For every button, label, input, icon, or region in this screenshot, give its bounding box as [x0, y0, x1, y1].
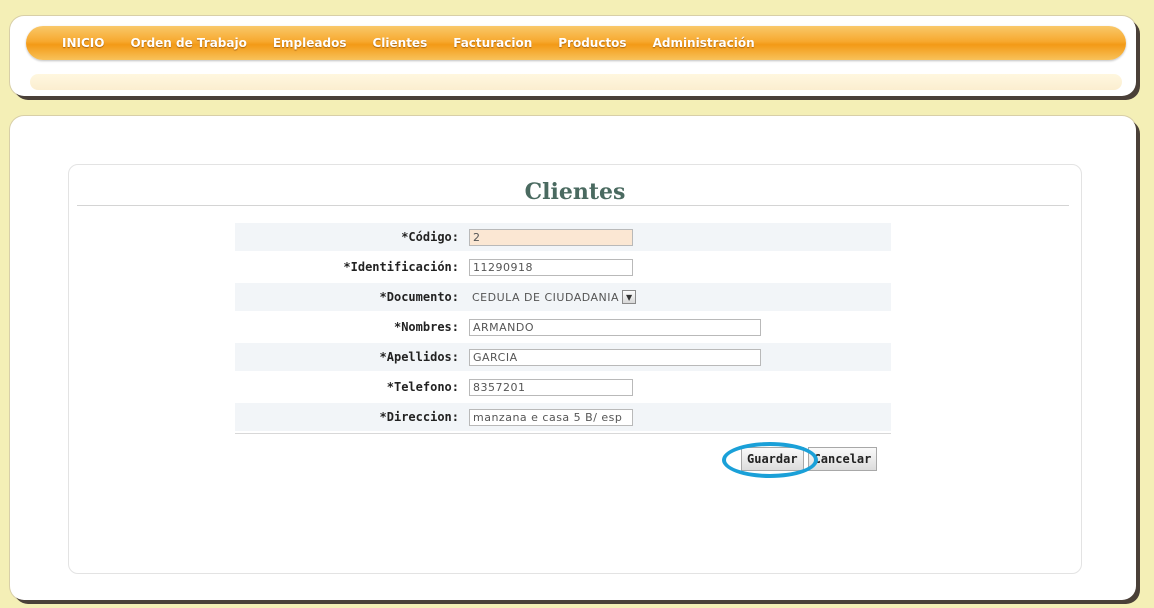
main-nav: INICIO Orden de Trabajo Empleados Client…	[26, 26, 1126, 60]
apellidos-label: *Apellidos:	[379, 350, 459, 364]
submenu-bar	[30, 74, 1122, 90]
title-divider	[77, 205, 1069, 206]
content-panel: Clientes *Código: 2 *Identificación: 112…	[10, 116, 1136, 600]
chevron-down-icon[interactable]: ▼	[622, 290, 637, 304]
form-row-apellidos: *Apellidos: GARCIA	[235, 343, 891, 373]
nombres-label: *Nombres:	[393, 320, 459, 334]
documento-selected-value: CEDULA DE CIUDADANIA	[472, 290, 620, 304]
form-row-codigo: *Código: 2	[235, 223, 891, 253]
identificacion-label: *Identificación:	[343, 260, 459, 274]
identificacion-field[interactable]: 11290918	[469, 258, 633, 276]
header-panel: INICIO Orden de Trabajo Empleados Client…	[10, 16, 1136, 96]
nav-item-orden-de-trabajo[interactable]: Orden de Trabajo	[130, 36, 246, 50]
telefono-label: *Telefono:	[386, 380, 459, 394]
direccion-field[interactable]: manzana e casa 5 B/ esp	[469, 408, 633, 426]
form-actions: Guardar Cancelar	[741, 447, 878, 471]
form-row-nombres: *Nombres: ARMANDO	[235, 313, 891, 343]
form-row-identificacion: *Identificación: 11290918	[235, 253, 891, 283]
form-fields: *Código: 2 *Identificación: 11290918 *Do…	[235, 223, 891, 434]
nav-item-facturacion[interactable]: Facturacion	[453, 36, 532, 50]
nombres-field[interactable]: ARMANDO	[469, 318, 761, 336]
form-row-direccion: *Direccion: manzana e casa 5 B/ esp	[235, 403, 891, 433]
documento-label: *Documento:	[379, 290, 459, 304]
direccion-label: *Direccion:	[379, 410, 459, 424]
telefono-field[interactable]: 8357201	[469, 378, 633, 396]
codigo-label: *Código:	[401, 230, 459, 244]
nav-item-empleados[interactable]: Empleados	[273, 36, 347, 50]
save-button[interactable]: Guardar	[741, 447, 804, 471]
nav-item-productos[interactable]: Productos	[558, 36, 626, 50]
page-title: Clientes	[524, 179, 626, 205]
cancel-button[interactable]: Cancelar	[807, 447, 878, 471]
client-form: Clientes *Código: 2 *Identificación: 112…	[68, 164, 1082, 574]
nav-item-clientes[interactable]: Clientes	[372, 36, 427, 50]
nav-item-inicio[interactable]: INICIO	[62, 36, 104, 50]
apellidos-field[interactable]: GARCIA	[469, 348, 761, 366]
form-row-documento: *Documento: CEDULA DE CIUDADANIA ▼	[235, 283, 891, 313]
form-row-telefono: *Telefono: 8357201	[235, 373, 891, 403]
nav-item-administracion[interactable]: Administración	[653, 36, 755, 50]
codigo-field[interactable]: 2	[469, 228, 633, 246]
documento-select[interactable]: CEDULA DE CIUDADANIA ▼	[469, 290, 637, 304]
